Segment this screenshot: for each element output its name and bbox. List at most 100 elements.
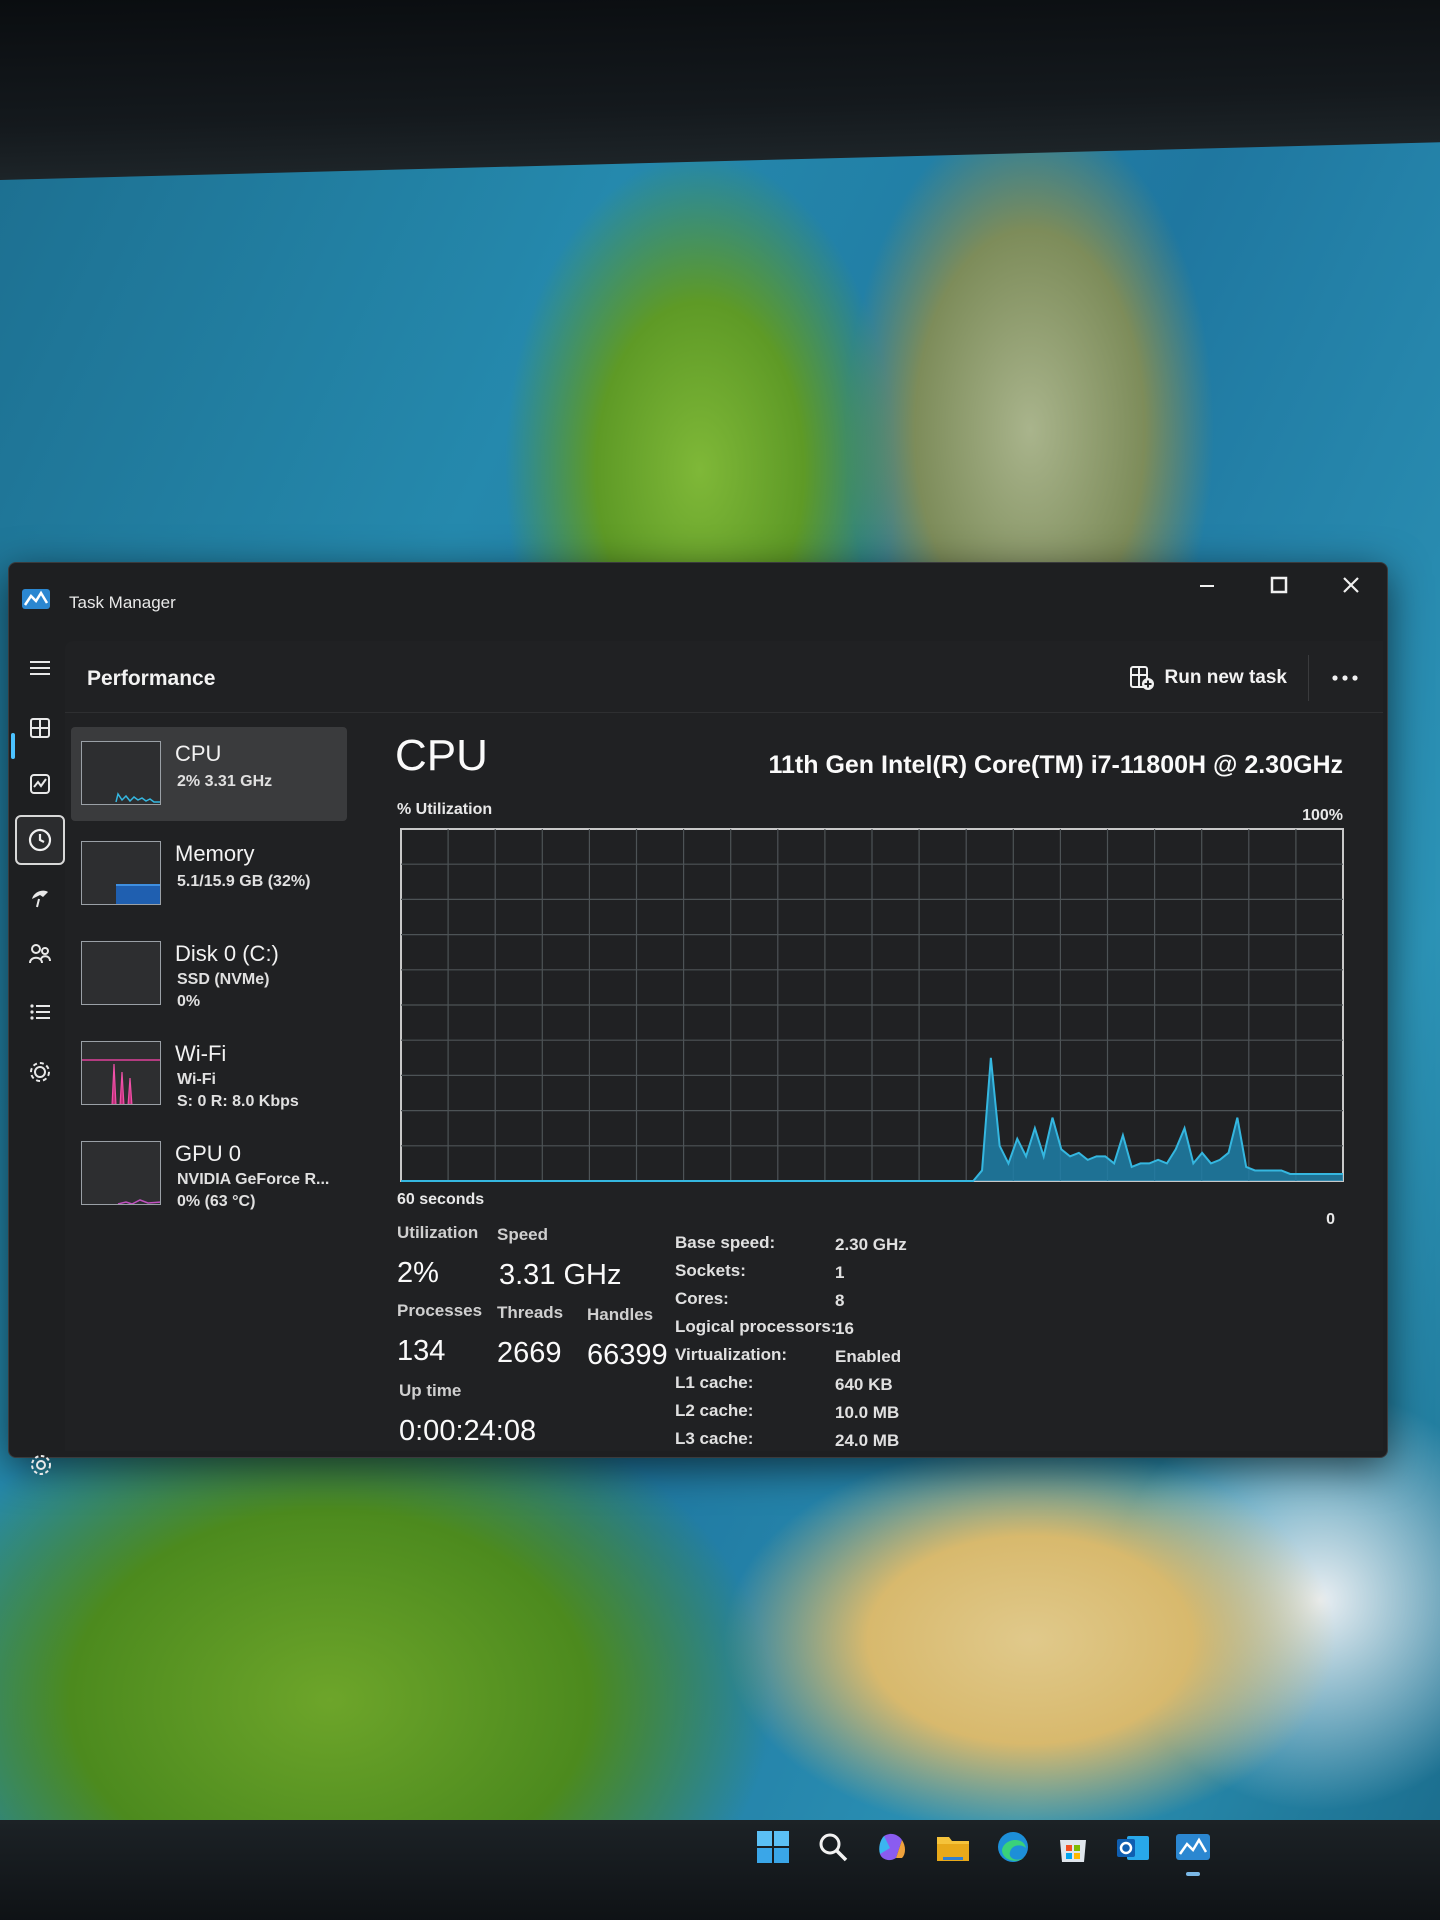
- minimize-button[interactable]: [1171, 563, 1243, 607]
- memory-thumbnail-graph: [81, 841, 161, 905]
- close-icon: [1343, 577, 1359, 593]
- spec-value: 16: [835, 1319, 854, 1338]
- page-header: Performance Run new task: [65, 641, 1383, 713]
- nav-users[interactable]: [15, 929, 65, 979]
- task-manager-window: Task Manager Performance Run new task CP…: [8, 562, 1388, 1475]
- spec-value: 1: [835, 1263, 845, 1282]
- spec-value: 10.0 MB: [835, 1403, 900, 1422]
- taskbar-file-explorer-button[interactable]: [930, 1824, 976, 1870]
- resource-item-cpu[interactable]: CPU 2% 3.31 GHz: [71, 727, 347, 821]
- taskbar-copilot-button[interactable]: [870, 1824, 916, 1870]
- page-title: Performance: [87, 667, 216, 690]
- hamburger-icon: [30, 661, 50, 675]
- header-separator: [1308, 655, 1309, 701]
- resource-name: CPU: [175, 741, 222, 766]
- maximize-icon: [1270, 576, 1288, 594]
- details-list-icon: [30, 1004, 50, 1020]
- resource-detail: SSD (NVMe): [177, 971, 270, 988]
- settings-gear-icon: [31, 1455, 51, 1475]
- handles-value: 66399: [587, 1339, 668, 1371]
- graph-max-label: 100%: [1302, 807, 1343, 824]
- copilot-icon: [879, 1833, 905, 1861]
- resource-name: Wi-Fi: [175, 1041, 227, 1066]
- maximize-button[interactable]: [1243, 563, 1315, 607]
- nav-rail: [9, 633, 65, 1475]
- uptime-label: Up time: [399, 1381, 462, 1400]
- disk-thumbnail-graph: [81, 941, 161, 1005]
- window-controls: [1171, 563, 1387, 607]
- resource-item-disk[interactable]: Disk 0 (C:) SSD (NVMe) 0%: [71, 927, 347, 1021]
- hamburger-menu-button[interactable]: [15, 643, 65, 693]
- task-manager-icon: [1176, 1834, 1210, 1860]
- nav-startup-apps[interactable]: [15, 873, 65, 923]
- resource-item-memory[interactable]: Memory 5.1/15.9 GB (32%): [71, 827, 347, 921]
- taskbar-store-button[interactable]: [1050, 1824, 1096, 1870]
- resource-detail: 2% 3.31 GHz: [177, 773, 273, 790]
- taskbar-outlook-button[interactable]: [1110, 1824, 1156, 1870]
- window-title: Task Manager: [69, 593, 176, 612]
- resource-detail: Wi-Fi: [177, 1071, 216, 1088]
- spec-value: 640 KB: [835, 1375, 893, 1394]
- processes-icon: [30, 718, 50, 738]
- speed-label: Speed: [497, 1225, 549, 1244]
- title-bar[interactable]: Task Manager: [9, 563, 1387, 633]
- windows-start-button[interactable]: [750, 1824, 796, 1870]
- nav-services[interactable]: [15, 1047, 65, 1097]
- spec-label: Sockets:: [675, 1261, 746, 1280]
- spec-label: Cores:: [675, 1289, 729, 1308]
- resource-detail: 0%: [177, 993, 201, 1010]
- nav-app-history[interactable]: [15, 815, 65, 865]
- task-manager-app-icon: [21, 587, 51, 616]
- memory-usage-fill: [116, 884, 160, 904]
- uptime-value: 0:00:24:08: [399, 1415, 537, 1447]
- outlook-icon: [1117, 1836, 1149, 1860]
- resource-name: Disk 0 (C:): [175, 941, 279, 966]
- spec-label: L2 cache:: [675, 1401, 754, 1420]
- windows-start-icon: [757, 1831, 789, 1863]
- threads-value: 2669: [497, 1337, 562, 1369]
- run-new-task-icon: [1129, 666, 1154, 690]
- cpu-thumbnail-graph: [81, 741, 161, 805]
- processes-label: Processes: [397, 1301, 483, 1320]
- utilization-label: Utilization: [397, 1223, 479, 1242]
- users-icon: [29, 944, 51, 964]
- resource-item-wifi[interactable]: Wi-Fi Wi-Fi S: 0 R: 8.0 Kbps: [71, 1027, 347, 1121]
- spec-value: 2.30 GHz: [835, 1235, 907, 1254]
- resource-detail: 5.1/15.9 GB (32%): [177, 873, 311, 890]
- graph-time-label: 60 seconds: [397, 1191, 485, 1208]
- file-explorer-icon: [937, 1837, 969, 1861]
- gpu-thumbnail-graph: [81, 1141, 161, 1205]
- spec-label: Base speed:: [675, 1233, 776, 1252]
- main-title: CPU: [395, 731, 488, 780]
- taskbar-task-manager-button[interactable]: [1170, 1824, 1216, 1876]
- spec-label: L3 cache:: [675, 1429, 754, 1448]
- run-new-task-button[interactable]: Run new task: [1119, 659, 1297, 697]
- more-options-button[interactable]: [1325, 661, 1365, 695]
- wifi-thumbnail-graph: [81, 1041, 161, 1105]
- graph-y-label: % Utilization: [397, 801, 493, 818]
- resource-detail: S: 0 R: 8.0 Kbps: [177, 1093, 299, 1110]
- resource-name: GPU 0: [175, 1141, 242, 1166]
- cpu-utilization-graph: [400, 828, 1344, 1182]
- services-icon: [30, 1062, 50, 1082]
- close-button[interactable]: [1315, 563, 1387, 607]
- resource-name: Memory: [175, 841, 255, 866]
- taskbar-edge-button[interactable]: [990, 1824, 1036, 1870]
- nav-details[interactable]: [15, 987, 65, 1037]
- store-icon: [1060, 1840, 1086, 1862]
- settings-button[interactable]: [29, 1453, 53, 1482]
- utilization-value: 2%: [397, 1257, 439, 1289]
- spec-label: L1 cache:: [675, 1373, 754, 1392]
- startup-apps-icon: [32, 890, 48, 908]
- nav-performance[interactable]: [15, 759, 65, 809]
- resource-item-gpu[interactable]: GPU 0 NVIDIA GeForce R... 0% (63 °C): [71, 1127, 347, 1221]
- spec-value: 8: [835, 1291, 845, 1310]
- run-new-task-label: Run new task: [1164, 667, 1287, 688]
- more-dots-icon: [1332, 675, 1358, 681]
- speed-value: 3.31 GHz: [499, 1259, 622, 1291]
- nav-processes[interactable]: [15, 703, 65, 753]
- taskbar: [740, 1812, 1260, 1882]
- spec-value: Enabled: [835, 1347, 902, 1366]
- taskbar-search-button[interactable]: [810, 1824, 856, 1870]
- resource-detail: NVIDIA GeForce R...: [177, 1171, 330, 1188]
